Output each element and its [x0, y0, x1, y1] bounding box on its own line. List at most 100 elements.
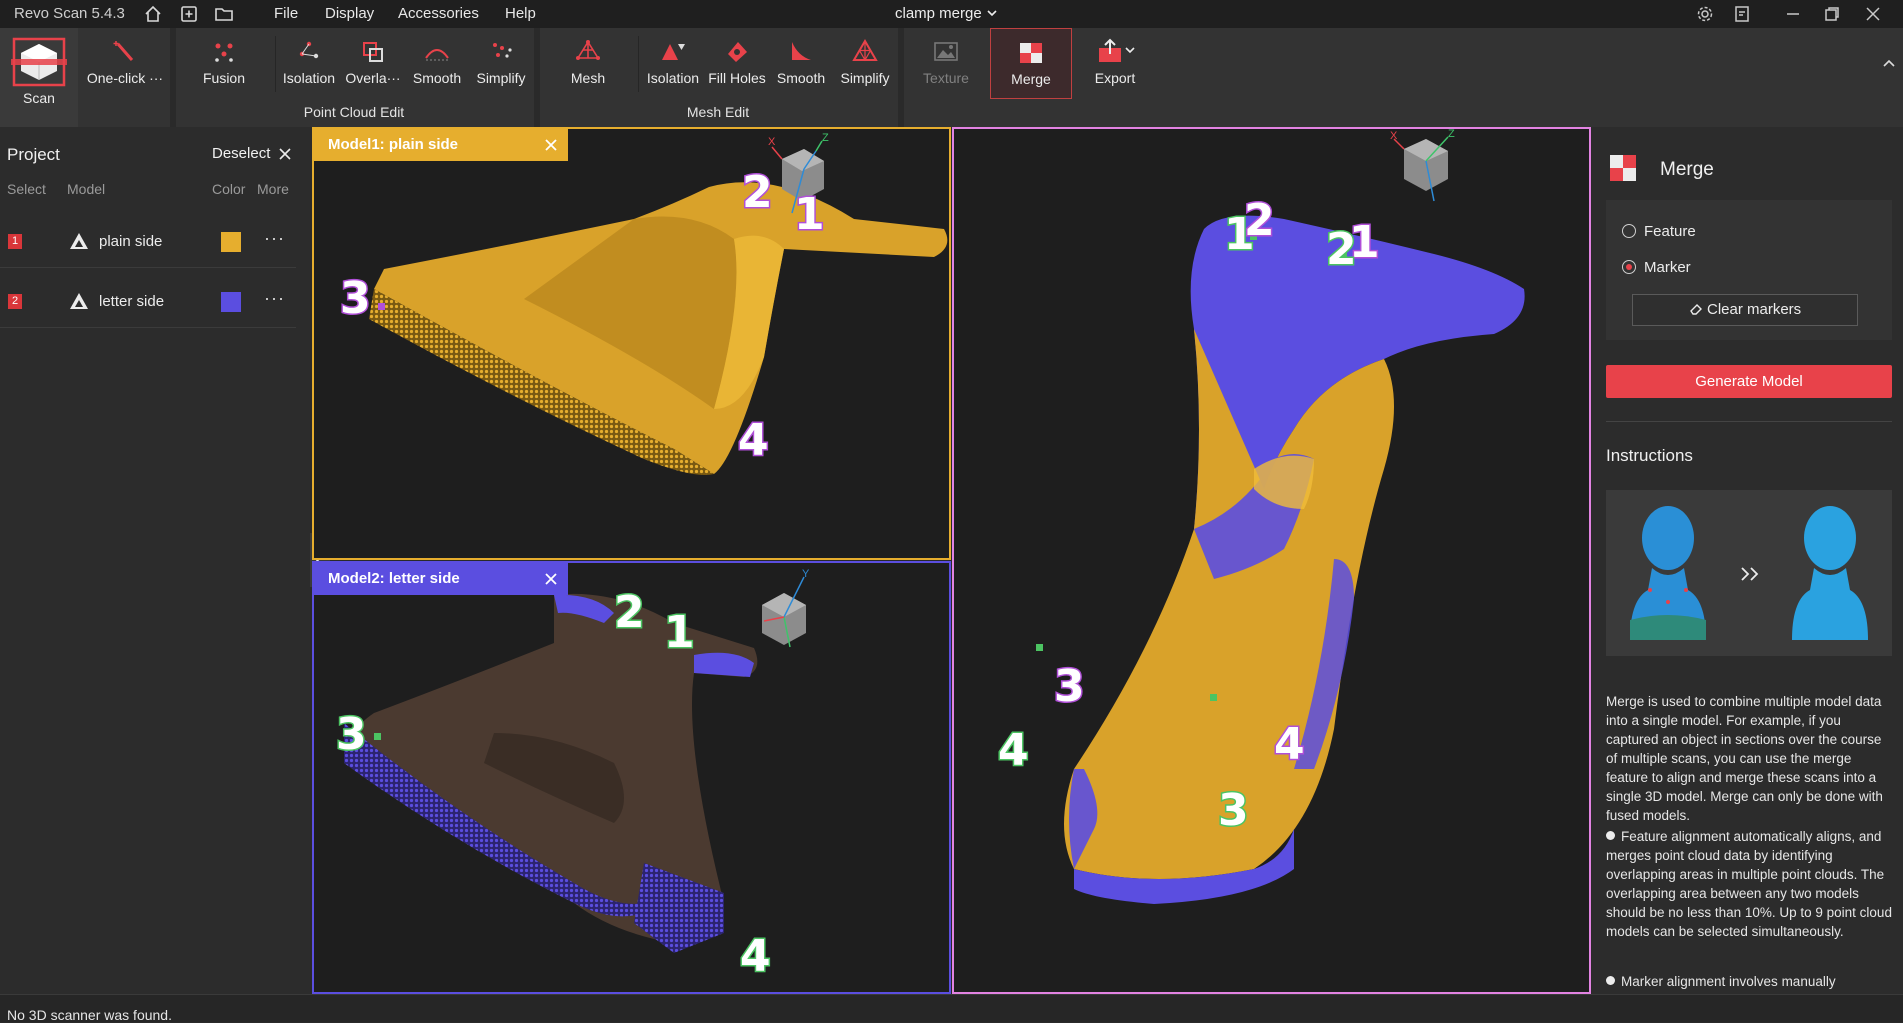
model-more-button[interactable]: ···: [264, 288, 285, 309]
mesh-button[interactable]: Mesh: [548, 28, 628, 100]
bust-merge-illustration: [1630, 506, 1868, 640]
merge-icon: [1020, 43, 1042, 63]
viewport-model2[interactable]: Y 2 1 3 4 Model2: letter side: [312, 561, 951, 994]
notes-icon[interactable]: [1731, 3, 1753, 25]
marker-label: 3: [335, 708, 369, 762]
merged-point-cloud: X Z: [1036, 129, 1525, 904]
mesh-model-icon: [70, 233, 88, 249]
overlap-label: Overla···: [345, 70, 401, 86]
scan-icon: [11, 37, 67, 87]
clear-markers-button[interactable]: Clear markers: [1632, 294, 1858, 326]
home-icon[interactable]: [142, 3, 164, 25]
model-more-button[interactable]: ···: [264, 228, 285, 249]
gear-icon[interactable]: [1694, 3, 1716, 25]
model-color-swatch[interactable]: [221, 292, 241, 312]
deselect-button[interactable]: Deselect: [212, 145, 270, 162]
instructions-intro: Merge is used to combine multiple model …: [1606, 694, 1883, 823]
marker-label: 1: [1223, 208, 1257, 262]
toolbar-divider: [898, 28, 904, 127]
merge-icon: [1610, 155, 1636, 181]
viewport-tag-label: Model2: letter side: [328, 570, 460, 587]
simplify-icon: [493, 43, 512, 58]
axis-gizmo[interactable]: Y: [762, 568, 810, 648]
menu-file[interactable]: File: [274, 5, 298, 22]
eraser-icon: [1689, 304, 1702, 315]
menu-accessories[interactable]: Accessories: [398, 5, 479, 22]
merge-label: Merge: [1011, 71, 1051, 87]
texture-icon: [934, 42, 958, 61]
marker-label: 1: [663, 606, 697, 660]
merge-panel: Merge Feature Marker Clear markers Gener…: [1592, 127, 1903, 994]
generate-model-button[interactable]: Generate Model: [1606, 365, 1892, 398]
document-title[interactable]: clamp merge: [895, 5, 998, 22]
smooth-icon: [425, 49, 449, 61]
close-icon[interactable]: [544, 572, 558, 586]
mesh-edit-group-label: Mesh Edit: [686, 104, 750, 120]
svg-text:Z: Z: [822, 132, 829, 144]
fill-holes-button[interactable]: Fill Holes: [706, 28, 768, 100]
close-icon[interactable]: [544, 138, 558, 152]
open-folder-icon[interactable]: [213, 3, 235, 25]
pc-smooth-label: Smooth: [412, 70, 462, 86]
axis-gizmo[interactable]: X Z: [1390, 129, 1455, 202]
bullet-text: Marker alignment involves manually: [1621, 974, 1836, 989]
viewport-merged[interactable]: X Z 2 1 3 4 1 2 3 4: [952, 127, 1591, 994]
texture-button[interactable]: Texture: [912, 28, 980, 100]
svg-text:Z: Z: [1448, 129, 1455, 140]
overlap-icon: [363, 42, 383, 62]
merge-button[interactable]: Merge: [990, 28, 1072, 99]
svg-text:X: X: [1390, 130, 1398, 142]
fusion-button[interactable]: Fusion: [184, 28, 264, 100]
project-panel: Project Deselect Select Model Color More…: [0, 127, 310, 994]
mesh-icon: [576, 40, 600, 60]
model-name: plain side: [99, 233, 163, 250]
marker-label: 4: [737, 414, 771, 468]
instructions-bullet: Feature alignment automatically aligns, …: [1606, 827, 1896, 941]
close-window-icon[interactable]: [1862, 3, 1884, 25]
marker-label: 3: [1053, 660, 1087, 714]
model-color-swatch[interactable]: [221, 232, 241, 252]
model-row[interactable]: 2 letter side ···: [0, 277, 296, 328]
feature-radio[interactable]: [1622, 224, 1636, 238]
point-cloud-edit-group-label: Point Cloud Edit: [303, 104, 405, 120]
pc-isolation-button[interactable]: Isolation: [278, 28, 340, 100]
menu-help[interactable]: Help: [505, 5, 536, 22]
instructions-illustration: [1606, 490, 1892, 656]
column-select: Select: [7, 181, 46, 197]
mesh-simplify-button[interactable]: Simplify: [834, 28, 896, 100]
mesh-isolation-button[interactable]: Isolation: [642, 28, 704, 100]
export-button[interactable]: Export: [1080, 28, 1150, 100]
marker-label: 4: [739, 930, 773, 984]
pc-smooth-button[interactable]: Smooth: [406, 28, 468, 100]
mesh-simplify-label: Simplify: [840, 70, 890, 86]
mesh-smooth-button[interactable]: Smooth: [770, 28, 832, 100]
column-more: More: [257, 181, 289, 197]
new-project-icon[interactable]: [178, 3, 200, 25]
pc-simplify-button[interactable]: Simplify: [470, 28, 532, 100]
collapse-toolbar-icon[interactable]: [1882, 58, 1896, 68]
toolbar-separator: [638, 36, 639, 92]
model-index-badge[interactable]: 2: [8, 294, 22, 309]
mesh-label: Mesh: [570, 70, 606, 86]
document-title-text: clamp merge: [895, 5, 982, 22]
model-index-badge[interactable]: 1: [8, 234, 22, 249]
deselect-close-icon[interactable]: [278, 147, 292, 161]
instructions-title: Instructions: [1606, 446, 1693, 465]
one-click-button[interactable]: One-click ···: [80, 28, 170, 100]
viewport-tag-model1: Model1: plain side: [314, 129, 568, 161]
marker-radio[interactable]: [1622, 260, 1636, 274]
svg-text:X: X: [768, 136, 776, 148]
minimize-icon[interactable]: [1782, 3, 1804, 25]
menu-display[interactable]: Display: [325, 5, 374, 22]
app-name: Revo Scan 5.4.3: [14, 5, 125, 22]
viewport-model1[interactable]: X Z 2 1 3 4 Model1: plain side: [312, 127, 951, 560]
marker-radio-label[interactable]: Marker: [1644, 259, 1691, 276]
model-name: letter side: [99, 293, 165, 310]
scan-button[interactable]: Scan: [0, 28, 78, 127]
restore-icon[interactable]: [1821, 3, 1843, 25]
model1-point-cloud: X Z: [369, 132, 948, 475]
feature-radio-label[interactable]: Feature: [1644, 223, 1696, 240]
overlap-button[interactable]: Overla···: [342, 28, 404, 100]
export-label: Export: [1094, 70, 1136, 86]
model-row[interactable]: 1 plain side ···: [0, 217, 296, 268]
